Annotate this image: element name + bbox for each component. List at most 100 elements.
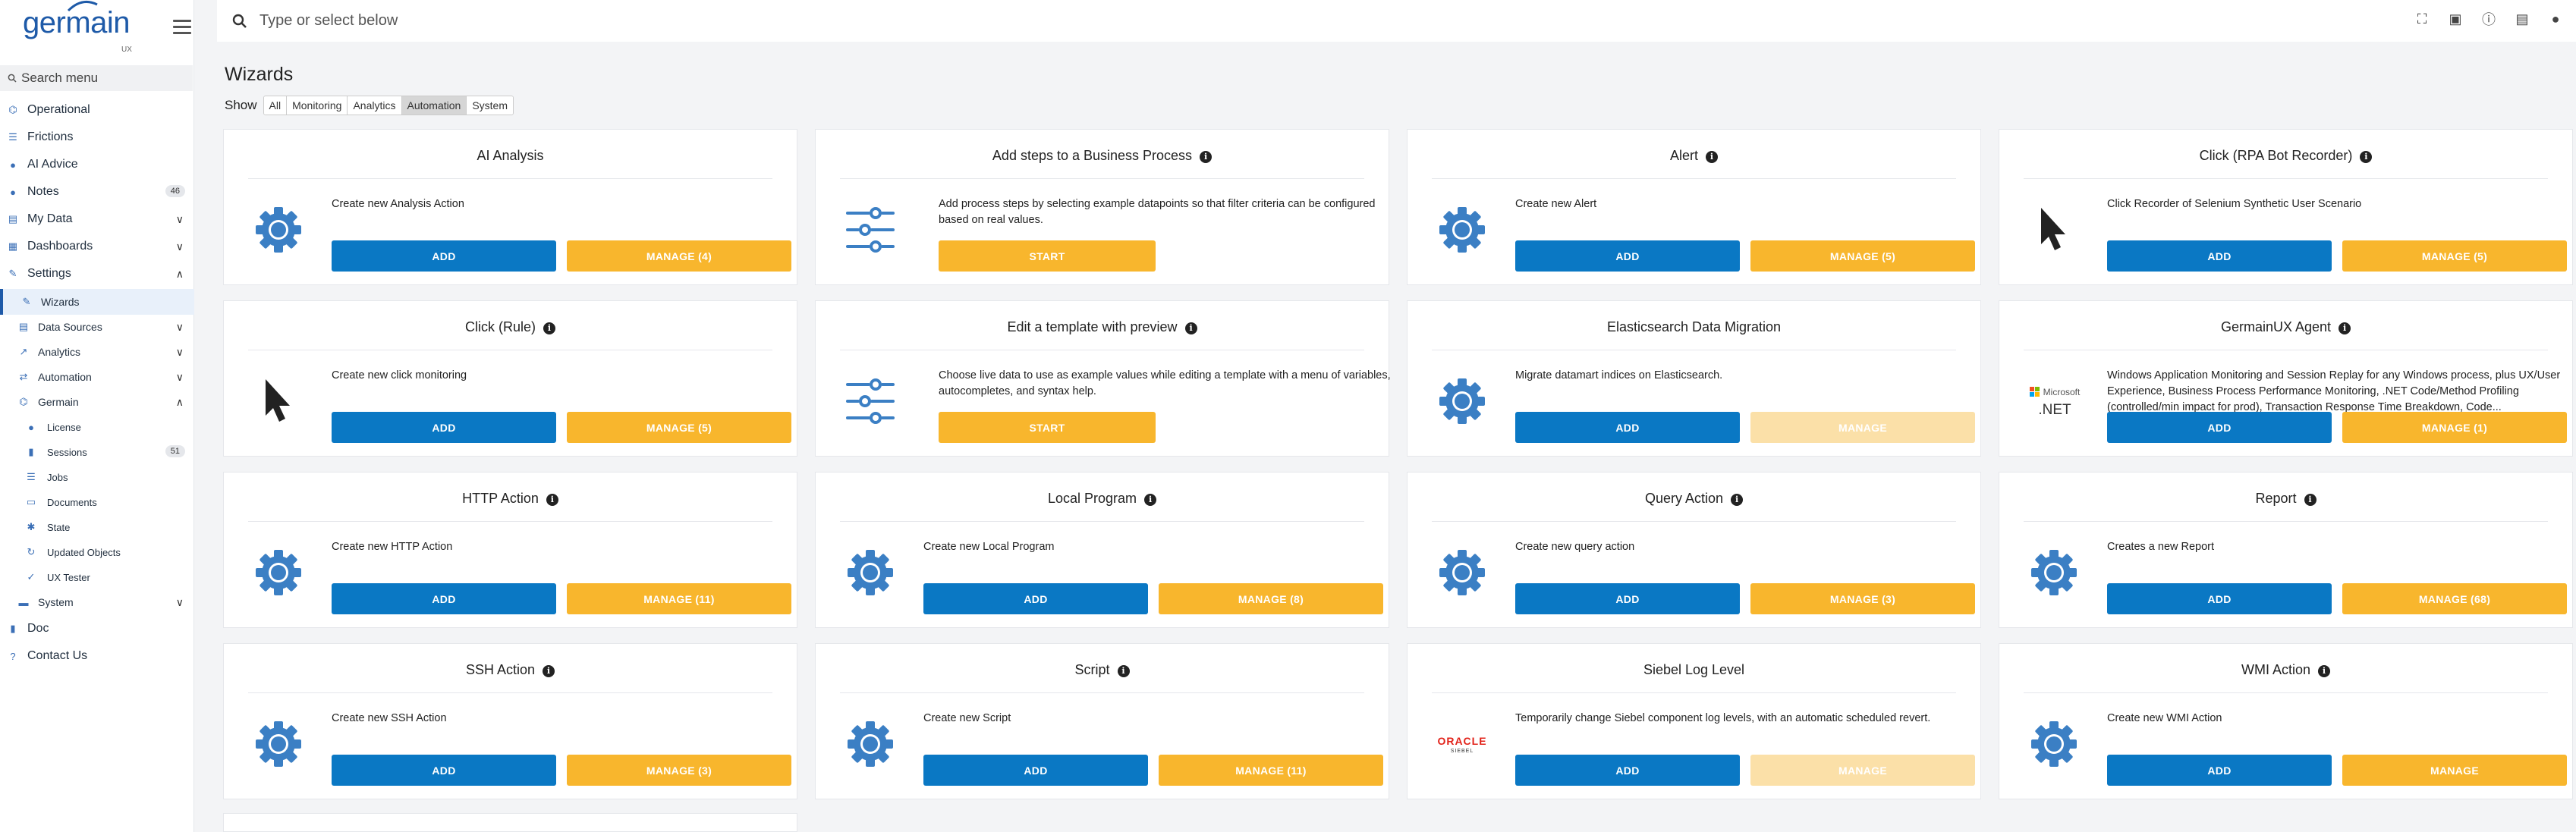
document-icon: ▭ (26, 496, 36, 507)
presentation-icon[interactable]: ▣ (2447, 11, 2464, 27)
manage-button[interactable]: MANAGE (5) (567, 412, 791, 443)
add-button[interactable]: ADD (1515, 583, 1740, 614)
sidebar-item-doc[interactable]: ▮ Doc (0, 616, 194, 642)
oracle-siebel-logo: ORACLE SIEBEL (1435, 717, 1489, 771)
add-button[interactable]: ADD (332, 755, 556, 786)
filter-analytics[interactable]: Analytics (348, 96, 402, 115)
sidebar-item-analytics[interactable]: ↗ Analytics ∨ (0, 339, 194, 365)
card-description: Click Recorder of Selenium Synthetic Use… (2107, 198, 2362, 210)
sidebar-item-automation[interactable]: ⇄ Automation ∨ (0, 364, 194, 390)
add-button[interactable]: ADD (332, 240, 556, 272)
wizard-card-wmi-action: WMI Action i Create new WMI Action ADD MA… (1999, 643, 2573, 799)
add-button[interactable]: ADD (923, 755, 1148, 786)
card-title: Query Action (1644, 491, 1724, 506)
wizard-card-report: Report i Creates a new Report ADD MANAGE … (1999, 472, 2573, 628)
top-search-bar[interactable]: Type or select below ⛶ ▣ ⓘ ▤ ● (217, 0, 2576, 42)
filter-monitoring[interactable]: Monitoring (287, 96, 348, 115)
sidebar-item-my-data[interactable]: ▤ My Data ∨ (0, 206, 194, 232)
gear-icon (843, 545, 898, 600)
gear-icon (2027, 545, 2081, 600)
manage-button[interactable]: MANAGE (3) (1750, 583, 1975, 614)
sidebar-item-documents[interactable]: ▭ Documents (0, 489, 194, 515)
card-title: Edit a template with preview (1007, 319, 1178, 334)
menu-search-input[interactable]: Search menu (0, 65, 193, 91)
info-icon[interactable]: i (2318, 665, 2331, 677)
hamburger-menu-icon[interactable] (173, 20, 191, 35)
sidebar-item-ux-tester[interactable]: ✓ UX Tester (0, 564, 194, 590)
sidebar-item-frictions[interactable]: ☰ Frictions (0, 124, 194, 150)
sidebar-item-notes[interactable]: ● Notes 46 (0, 179, 194, 205)
start-button[interactable]: START (939, 240, 1156, 272)
info-icon[interactable]: ⓘ (2480, 11, 2497, 27)
info-icon[interactable]: i (543, 322, 555, 334)
chevron-down-icon: ∨ (175, 346, 184, 358)
manage-button[interactable]: MANAGE (4) (567, 240, 791, 272)
start-button[interactable]: START (939, 412, 1156, 443)
manage-button[interactable]: MANAGE (11) (567, 583, 791, 614)
user-icon[interactable]: ● (2547, 11, 2564, 27)
add-button[interactable]: ADD (1515, 412, 1740, 443)
manage-button[interactable]: MANAGE (5) (2342, 240, 2567, 272)
sidebar-item-operational[interactable]: ⌬ Operational (0, 97, 194, 123)
add-button[interactable]: ADD (1515, 755, 1740, 786)
info-icon[interactable]: i (1117, 665, 1130, 677)
chart-icon: ↗ (19, 346, 28, 357)
sidebar-item-updated-objects[interactable]: ↻ Updated Objects (0, 539, 194, 565)
manage-button[interactable]: MANAGE (3) (567, 755, 791, 786)
wizard-card-siebel-log-level: Siebel Log Level ORACLE SIEBEL Temporari… (1407, 643, 1981, 799)
info-icon[interactable]: i (2304, 494, 2317, 506)
add-button[interactable]: ADD (332, 412, 556, 443)
filter-automation[interactable]: Automation (401, 96, 467, 115)
sidebar-item-state[interactable]: ✱ State (0, 514, 194, 540)
card-description: Create new Script (923, 712, 1011, 724)
add-button[interactable]: ADD (2107, 412, 2332, 443)
germain-logo[interactable]: germain UX (23, 0, 137, 56)
manage-button[interactable]: MANAGE (1) (2342, 412, 2567, 443)
sidebar-item-ai-advice[interactable]: ● AI Advice (0, 152, 194, 177)
manage-button[interactable]: MANAGE (1750, 755, 1975, 786)
sidebar-item-sessions[interactable]: ▮ Sessions 51 (0, 439, 194, 465)
manage-button[interactable]: MANAGE (11) (1159, 755, 1383, 786)
filter-all[interactable]: All (263, 96, 288, 115)
add-button[interactable]: ADD (1515, 240, 1740, 272)
add-button[interactable]: ADD (923, 583, 1148, 614)
info-icon[interactable]: i (1706, 151, 1718, 163)
sidebar-item-germain[interactable]: ⌬ Germain ∧ (0, 389, 194, 415)
add-button[interactable]: ADD (2107, 240, 2332, 272)
info-icon[interactable]: i (1731, 494, 1744, 506)
add-button[interactable]: ADD (2107, 583, 2332, 614)
filter-bar: Show All Monitoring Analytics Automation… (225, 96, 514, 115)
sidebar-item-data-sources[interactable]: ▤ Data Sources ∨ (0, 314, 194, 340)
info-icon[interactable]: i (1200, 151, 1213, 163)
sidebar-item-contact-us[interactable]: ? Contact Us (0, 643, 194, 669)
info-icon[interactable]: i (2360, 151, 2373, 163)
add-button[interactable]: ADD (332, 583, 556, 614)
info-icon[interactable]: i (546, 494, 558, 506)
manage-button[interactable]: MANAGE (5) (1750, 240, 1975, 272)
sidebar-item-dashboards[interactable]: ▦ Dashboards ∨ (0, 234, 194, 259)
sidebar-item-system[interactable]: ▬ System ∨ (0, 589, 194, 615)
sidebar-item-license[interactable]: ● License (0, 414, 194, 440)
add-button[interactable]: ADD (2107, 755, 2332, 786)
sidebar-item-jobs[interactable]: ☰ Jobs (0, 464, 194, 490)
manage-button[interactable]: MANAGE (1750, 412, 1975, 443)
info-icon[interactable]: i (1144, 494, 1157, 506)
notifications-icon[interactable]: ▤ (2514, 11, 2530, 27)
sidebar-item-wizards[interactable]: ✎ Wizards (0, 289, 194, 315)
gear-icon (843, 717, 898, 771)
info-icon[interactable]: i (2339, 322, 2351, 334)
manage-button[interactable]: MANAGE (2342, 755, 2567, 786)
license-icon: ● (28, 421, 34, 433)
info-icon[interactable]: i (1184, 322, 1197, 334)
fullscreen-icon[interactable]: ⛶ (2414, 11, 2430, 27)
card-title: Local Program (1047, 491, 1137, 506)
wizard-card-elasticsearch: Elasticsearch Data Migration Migrate dat… (1407, 300, 1981, 457)
sidebar-item-label: My Data (27, 212, 73, 225)
manage-button[interactable]: MANAGE (68) (2342, 583, 2567, 614)
sidebar-item-settings[interactable]: ✎ Settings ∧ (0, 261, 194, 287)
info-icon[interactable]: i (543, 665, 555, 677)
manage-button[interactable]: MANAGE (8) (1159, 583, 1383, 614)
top-search-placeholder: Type or select below (259, 12, 398, 29)
filter-system[interactable]: System (467, 96, 514, 115)
wizard-card-ssh-action: SSH Action i Create new SSH Action ADD MA… (223, 643, 797, 799)
